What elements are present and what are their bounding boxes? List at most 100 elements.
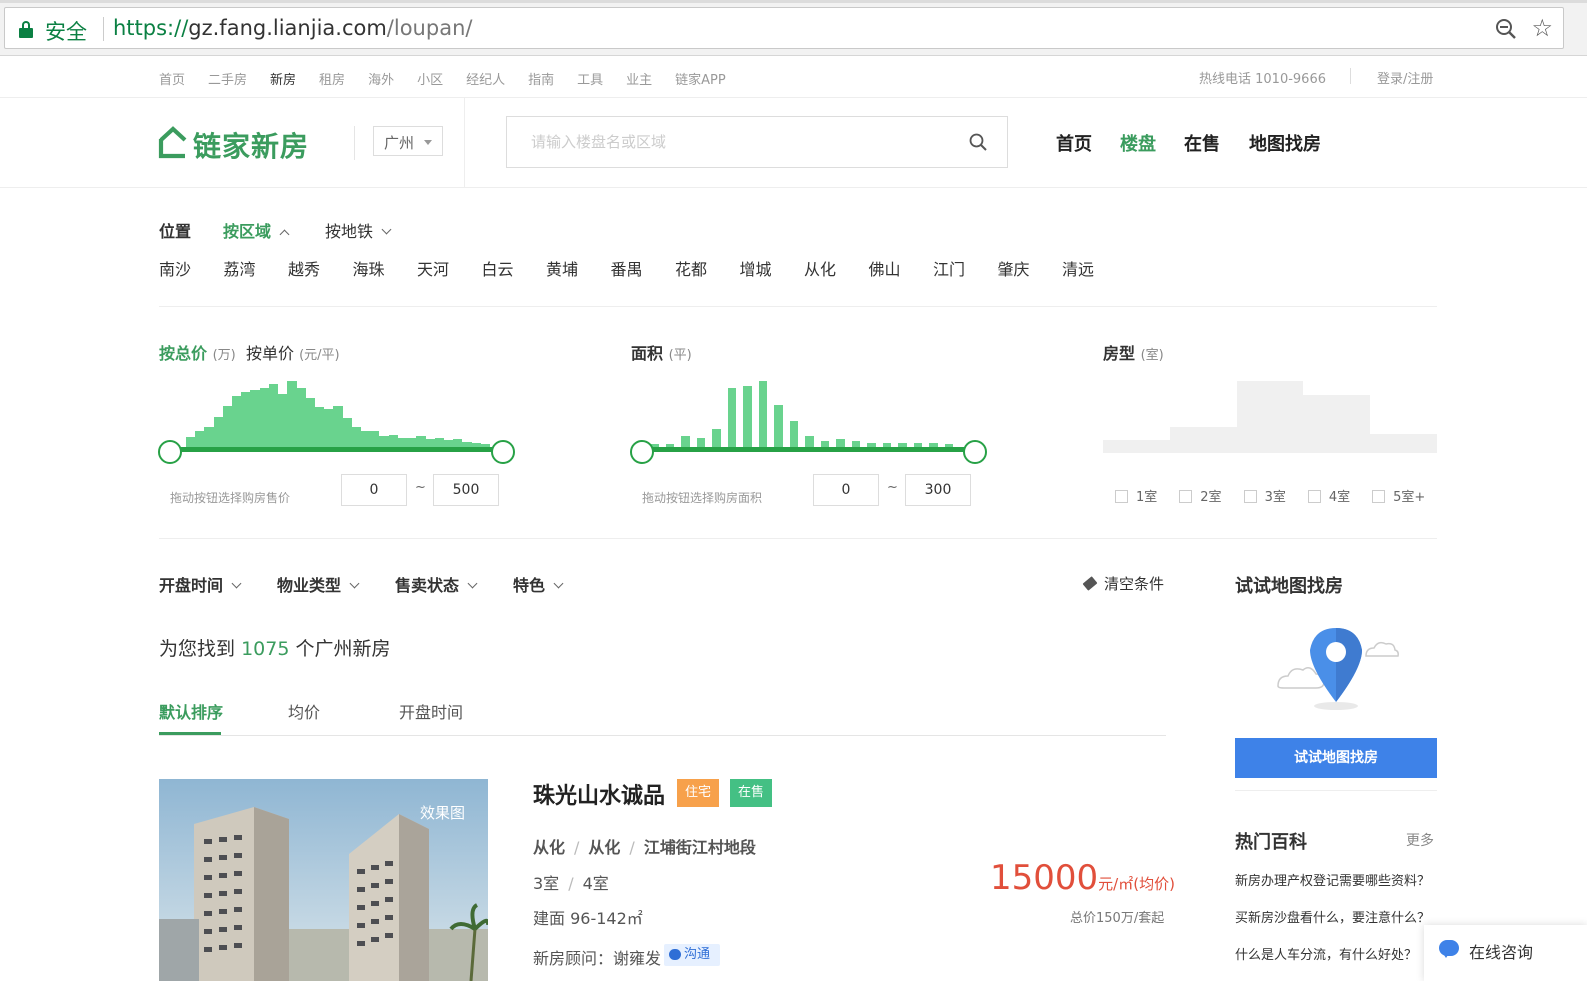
- main-nav-onsale[interactable]: 在售: [1184, 130, 1220, 156]
- filter-open-time[interactable]: 开盘时间: [159, 572, 242, 596]
- top-nav-link[interactable]: 租房: [319, 73, 345, 88]
- histogram-bar: [1370, 434, 1437, 453]
- district-option[interactable]: 白云: [482, 256, 547, 280]
- room-type-checkbox[interactable]: 1室: [1115, 486, 1157, 505]
- sort-default[interactable]: 默认排序: [159, 699, 223, 723]
- district-option[interactable]: 佛山: [869, 256, 934, 280]
- price-total-label: 按总价: [159, 344, 208, 363]
- bookmark-star-icon[interactable]: ☆: [1531, 16, 1553, 40]
- histogram-bar: [1303, 395, 1371, 453]
- room-type-title: 房型 (室): [1103, 340, 1164, 364]
- district-option[interactable]: 天河: [417, 256, 482, 280]
- district-option[interactable]: 越秀: [288, 256, 353, 280]
- room-option: 4室: [582, 874, 609, 893]
- district-option[interactable]: 肇庆: [998, 256, 1063, 280]
- checkbox-icon[interactable]: [1307, 490, 1321, 503]
- sort-open-time[interactable]: 开盘时间: [399, 699, 463, 723]
- area-slider-track[interactable]: [642, 447, 976, 452]
- main-nav-loupan[interactable]: 楼盘: [1120, 130, 1156, 156]
- city-selector[interactable]: 广州: [373, 126, 443, 156]
- wiki-item[interactable]: 买新房沙盘看什么，要注意什么？: [1235, 907, 1430, 926]
- district-option[interactable]: 增城: [740, 256, 805, 280]
- top-nav-link[interactable]: 工具: [577, 73, 603, 88]
- main-nav-home[interactable]: 首页: [1056, 130, 1092, 156]
- histogram-bar: [268, 384, 279, 447]
- sort-average-price[interactable]: 均价: [288, 699, 320, 723]
- histogram-bar: [836, 439, 845, 447]
- filter-sale-status[interactable]: 售卖状态: [395, 572, 478, 596]
- checkbox-icon[interactable]: [1179, 490, 1193, 503]
- room-type-checkbox[interactable]: 5室+: [1372, 486, 1425, 505]
- price-slider-max-handle[interactable]: [491, 440, 515, 464]
- checkbox-icon[interactable]: [1372, 490, 1386, 503]
- wiki-item[interactable]: 新房办理产权登记需要哪些资料？: [1235, 870, 1430, 889]
- price-slider-track[interactable]: [170, 447, 504, 452]
- filter-property-type[interactable]: 物业类型: [277, 572, 360, 596]
- login-register-link[interactable]: 登录/注册: [1377, 68, 1433, 87]
- url-text[interactable]: https://gz.fang.lianjia.com/loupan/: [113, 16, 472, 40]
- wiki-item[interactable]: 什么是人车分流，有什么好处？: [1235, 944, 1417, 963]
- top-nav-link[interactable]: 经纪人: [466, 73, 505, 88]
- top-nav-link[interactable]: 指南: [528, 73, 554, 88]
- district-option[interactable]: 海珠: [353, 256, 418, 280]
- chat-button[interactable]: 沟通: [664, 944, 720, 966]
- top-nav-link[interactable]: 业主: [626, 73, 652, 88]
- price-range-tilde: ~: [415, 480, 426, 495]
- logo-text[interactable]: 链家新房: [193, 125, 309, 165]
- district-option[interactable]: 江门: [933, 256, 998, 280]
- district-option[interactable]: 花都: [675, 256, 740, 280]
- chevron-down-icon: [467, 578, 478, 589]
- top-nav-link[interactable]: 小区: [417, 73, 443, 88]
- search-input[interactable]: [507, 117, 947, 167]
- room-type-checkbox[interactable]: 2室: [1179, 486, 1222, 505]
- top-nav-link[interactable]: 链家APP: [675, 73, 726, 88]
- chevron-down-icon: [349, 578, 360, 589]
- area-slider-min-handle[interactable]: [630, 440, 654, 464]
- try-map-search-button[interactable]: 试试地图找房: [1235, 738, 1437, 778]
- listing-address[interactable]: 从化 / 从化 / 江埔街江村地段: [533, 834, 756, 858]
- map-search-title: 试试地图找房: [1235, 576, 1343, 597]
- district-option[interactable]: 黄埔: [546, 256, 611, 280]
- main-nav-map-search[interactable]: 地图找房: [1249, 130, 1321, 156]
- top-nav-link[interactable]: 二手房: [208, 73, 247, 88]
- area-min-input[interactable]: 0: [813, 474, 879, 506]
- area-max-input[interactable]: 300: [905, 474, 971, 506]
- clear-filters-button[interactable]: 清空条件: [1082, 573, 1164, 594]
- district-option[interactable]: 从化: [804, 256, 869, 280]
- room-type-option-label: 1室: [1136, 490, 1158, 505]
- room-type-histogram: [1103, 381, 1437, 453]
- tab-by-area[interactable]: 按区域: [223, 218, 290, 242]
- area-title: 面积 (平): [631, 340, 692, 364]
- price-min-input[interactable]: 0: [341, 474, 407, 506]
- hot-wiki-more-link[interactable]: 更多: [1406, 830, 1434, 850]
- price-unit-tab[interactable]: 按单价 (元/平): [246, 340, 340, 364]
- search-icon[interactable]: [969, 133, 987, 151]
- district-option[interactable]: 南沙: [159, 256, 224, 280]
- top-nav-link[interactable]: 海外: [368, 73, 394, 88]
- price-total-tab[interactable]: 按总价 (万): [159, 340, 236, 364]
- zoom-out-icon[interactable]: [1495, 18, 1517, 40]
- checkbox-icon[interactable]: [1115, 490, 1128, 503]
- price-slider-min-handle[interactable]: [158, 440, 182, 464]
- tab-by-subway[interactable]: 按地铁: [325, 218, 392, 242]
- checkbox-icon[interactable]: [1243, 490, 1257, 503]
- top-nav-links: 首页 二手房 新房 租房 海外 小区 经纪人 指南 工具 业主 链家APP: [159, 69, 749, 88]
- filter-features[interactable]: 特色: [513, 572, 564, 596]
- lianjia-house-logo-icon[interactable]: [158, 126, 188, 160]
- listing-area: 建面 96-142㎡: [533, 909, 643, 928]
- address-area: 从化: [588, 838, 621, 857]
- listing-title[interactable]: 珠光山水诚品: [533, 778, 665, 810]
- room-type-checkbox[interactable]: 3室: [1243, 486, 1286, 505]
- district-option[interactable]: 清远: [1062, 256, 1127, 280]
- area-slider-max-handle[interactable]: [963, 440, 987, 464]
- district-option[interactable]: 荔湾: [224, 256, 289, 280]
- online-consult-button[interactable]: 在线咨询: [1424, 925, 1587, 981]
- map-pin-illustration-icon: [1277, 628, 1399, 710]
- price-max-input[interactable]: 500: [433, 474, 499, 506]
- histogram-bar: [789, 420, 799, 447]
- district-option[interactable]: 番禺: [611, 256, 676, 280]
- top-nav-link[interactable]: 首页: [159, 73, 185, 88]
- room-type-checkbox[interactable]: 4室: [1307, 486, 1350, 505]
- address-bar[interactable]: 安全 https://gz.fang.lianjia.com/loupan/ ☆: [4, 7, 1564, 49]
- top-nav-link[interactable]: 新房: [270, 73, 296, 88]
